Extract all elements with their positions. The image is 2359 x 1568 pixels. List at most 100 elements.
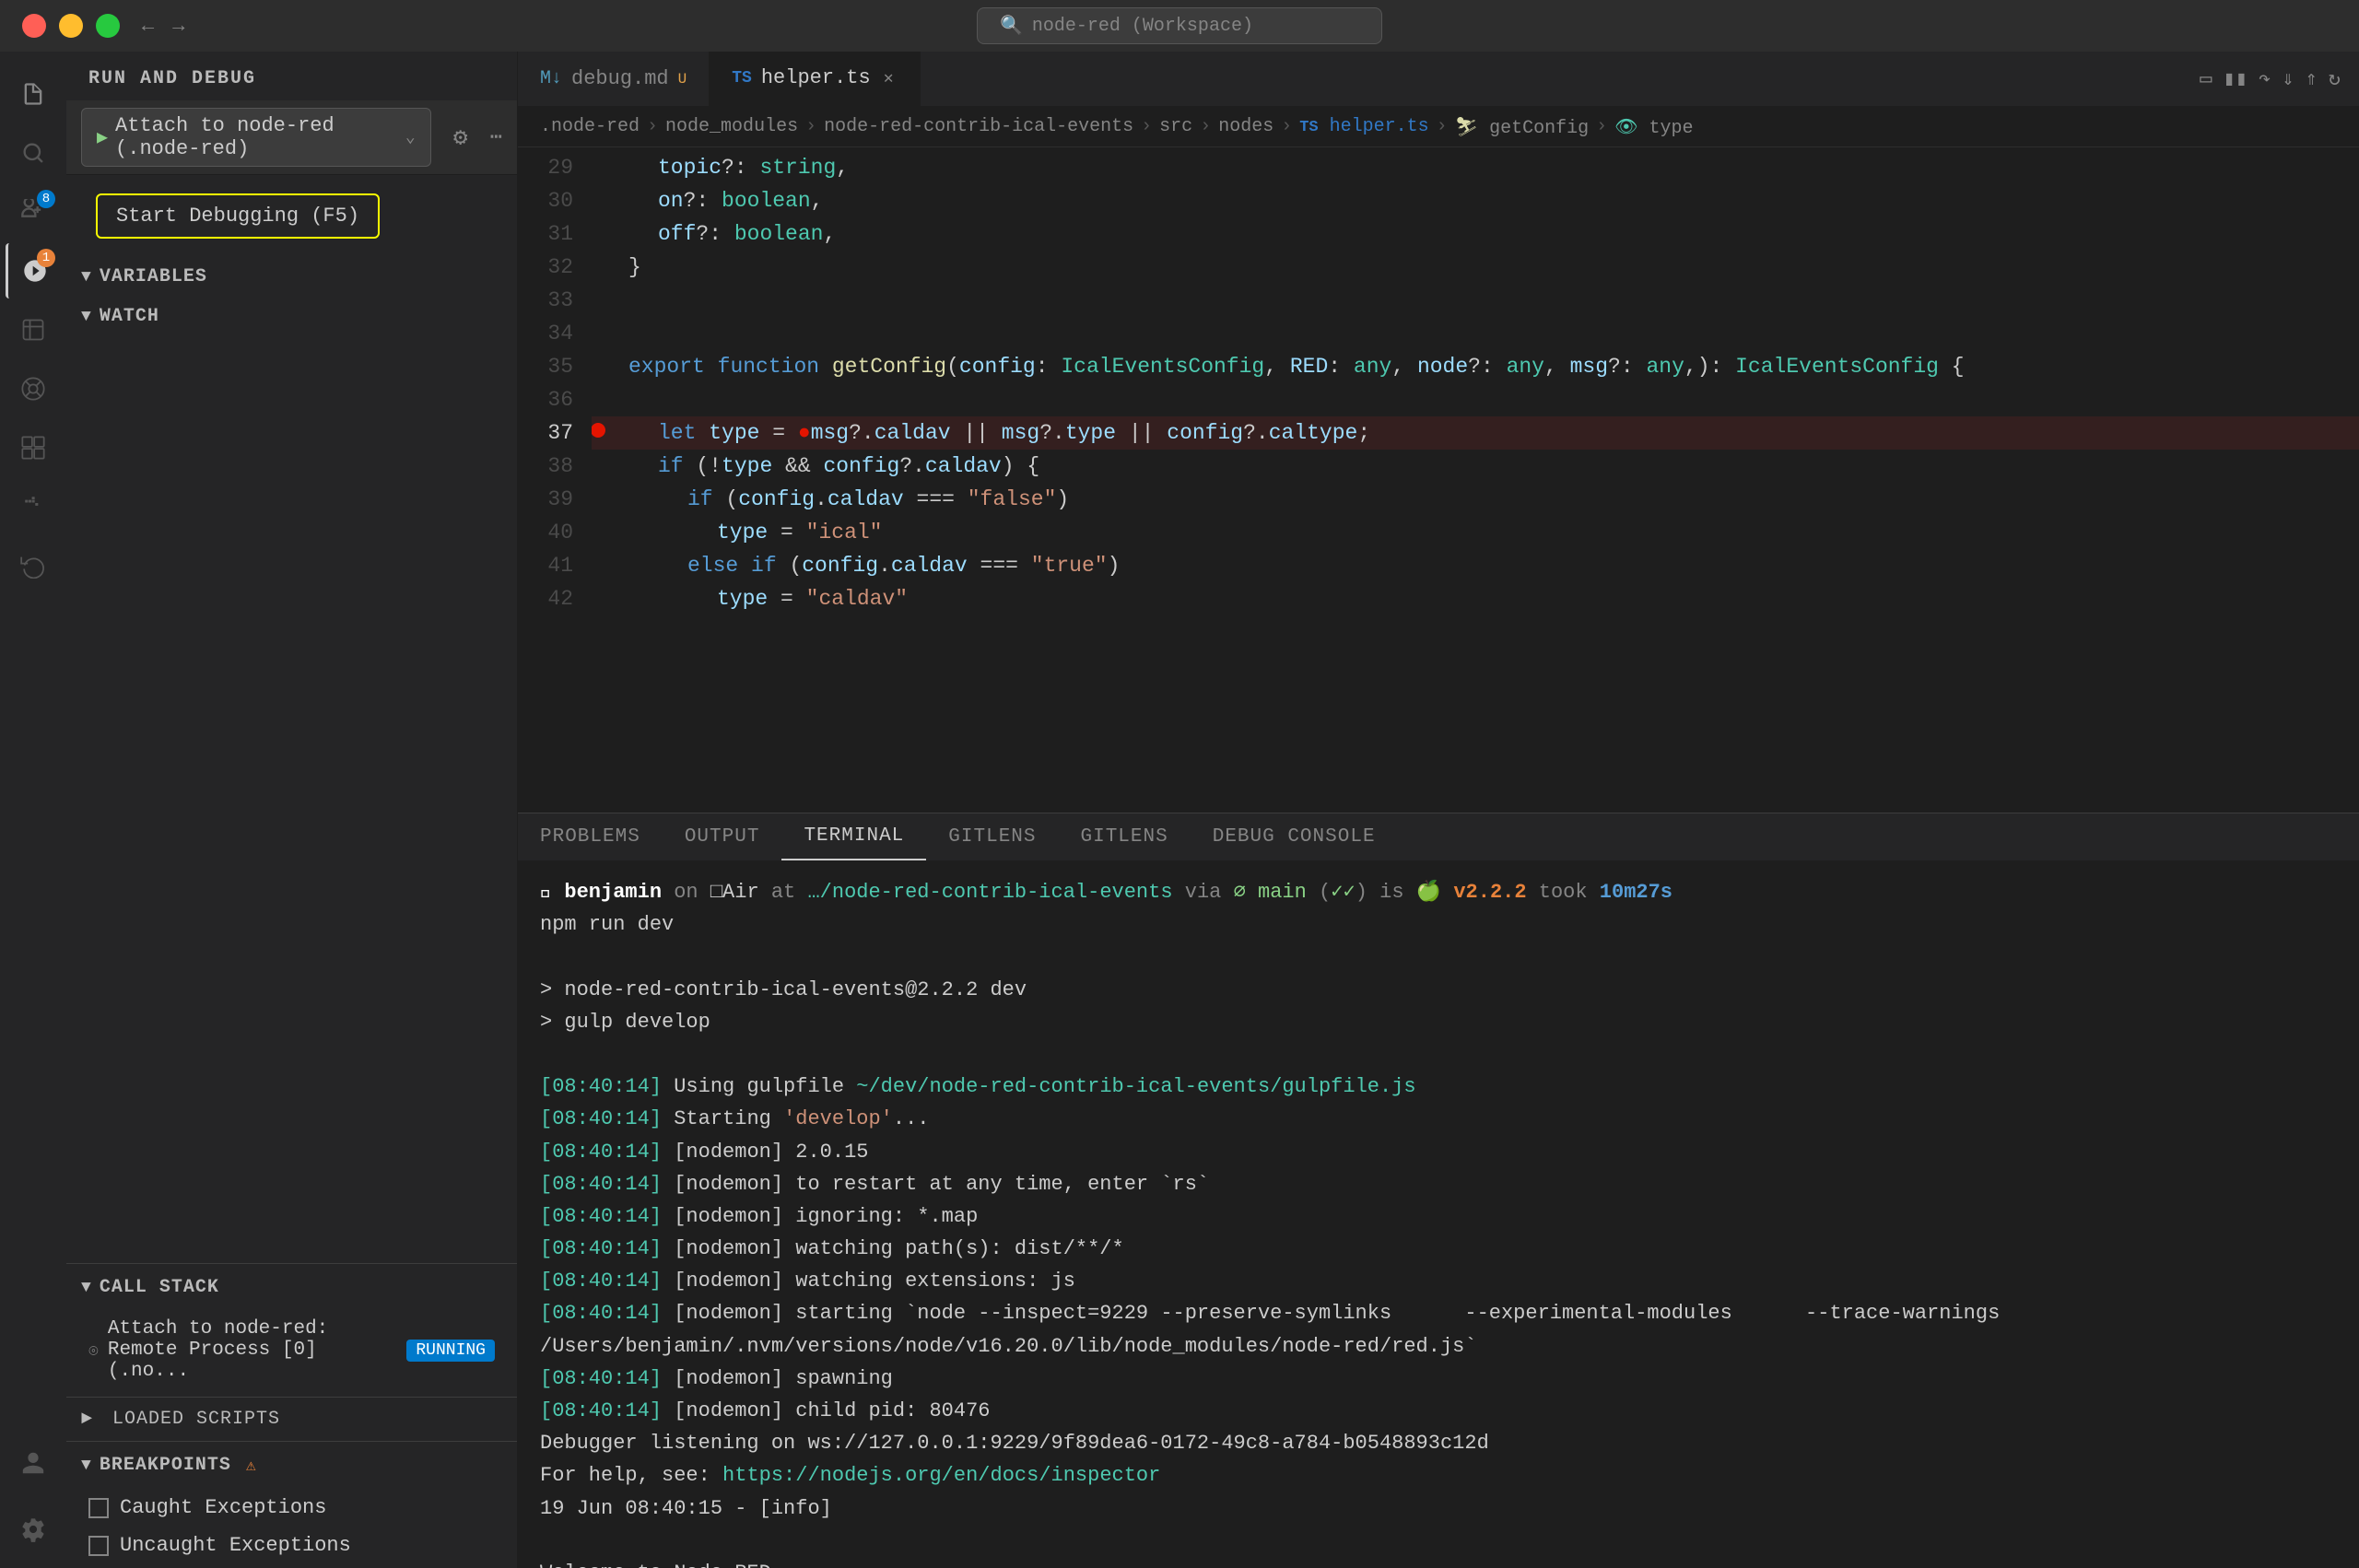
tab-debug-md-label: debug.md [571,67,669,90]
breadcrumb-type[interactable]: 👁 type [1614,115,1693,139]
activity-remote[interactable] [6,361,61,416]
breakpoints-label: Breakpoints [100,1455,231,1476]
watch-section-header[interactable]: ▼ Watch [66,297,517,336]
code-line-32: } [592,251,2359,284]
close-button[interactable] [22,14,46,38]
code-editor[interactable]: 29 30 31 32 33 34 35 36 37 38 39 40 41 4… [518,147,2359,813]
debug-config-button[interactable]: ▶ Attach to node-red (.node-red) ⌄ [81,108,431,167]
activity-extensions[interactable] [6,420,61,475]
terminal-line-welcome-1: Welcome to Node-RED [540,1557,2337,1568]
activity-test[interactable] [6,302,61,357]
breadcrumb-nodes[interactable]: nodes [1218,116,1273,137]
call-stack-content: Attach to node-red: Remote Process [0] (… [66,1307,517,1393]
breadcrumb-node-modules[interactable]: node_modules [665,116,798,137]
pause-icon[interactable]: ▮▮ [2224,67,2248,91]
activity-debug[interactable]: 1 [6,243,61,298]
code-line-37: let type = ●msg?.caldav || msg?.type || … [592,416,2359,450]
line-numbers: 29 30 31 32 33 34 35 36 37 38 39 40 41 4… [518,147,592,813]
code-line-36 [592,383,2359,416]
breakpoints-section-header[interactable]: ▼ Breakpoints ⚠ [66,1445,517,1485]
terminal-line-output-2: > gulp develop [540,1006,2337,1038]
forward-icon[interactable]: → [172,15,184,38]
debug-more-button[interactable]: ⋯ [490,125,502,149]
minimize-button[interactable] [59,14,83,38]
activity-settings[interactable] [6,1502,61,1557]
breadcrumb-sep-5: › [1281,116,1292,137]
call-stack-running-badge: RUNNING [406,1340,495,1362]
caught-exceptions-item[interactable]: Caught Exceptions [66,1489,517,1527]
debug-config-label: Attach to node-red (.node-red) [115,114,398,160]
breakpoints-content: Caught Exceptions Uncaught Exceptions [66,1485,517,1568]
terminal-line-nodemon-8: [08:40:14] [nodemon] child pid: 80476 [540,1395,2337,1427]
back-icon[interactable]: ← [142,15,154,38]
uncaught-exceptions-checkbox[interactable] [88,1536,109,1556]
uncaught-exceptions-item[interactable]: Uncaught Exceptions [66,1527,517,1564]
caught-exceptions-label: Caught Exceptions [120,1496,326,1519]
tab-debug-md[interactable]: M↓ debug.md U [518,52,710,106]
tab-close-icon[interactable]: ✕ [880,66,898,90]
step-into-icon[interactable]: ⇓ [2282,67,2294,91]
debug-gear-button[interactable]: ⚙ [442,119,479,156]
maximize-button[interactable] [96,14,120,38]
terminal-content[interactable]:  benjamin on □Air at …/node-red-contrib… [518,861,2359,1568]
panel-tabs: PROBLEMS OUTPUT TERMINAL GITLENS GITLENS… [518,813,2359,861]
breadcrumb-file[interactable]: TS helper.ts [1299,116,1428,137]
terminal-line-prompt:  benjamin on □Air at …/node-red-contrib… [540,876,2337,908]
tab-gitlens-2[interactable]: GITLENS [1059,813,1191,860]
tab-gitlens-1[interactable]: GITLENS [926,813,1058,860]
activity-explorer[interactable] [6,66,61,122]
tab-helper-ts[interactable]: TS helper.ts ✕ [710,52,920,106]
titlebar-search[interactable]: 🔍 node-red (Workspace) [977,7,1382,44]
call-stack-label: Call Stack [100,1277,219,1298]
tab-output[interactable]: OUTPUT [663,813,782,860]
terminal-panel: PROBLEMS OUTPUT TERMINAL GITLENS GITLENS… [518,813,2359,1568]
breadcrumb-src[interactable]: src [1159,116,1192,137]
start-debug-tooltip[interactable]: Start Debugging (F5) [96,193,380,239]
code-line-40: type = "ical" [592,516,2359,549]
step-over-icon[interactable]: ↷ [2259,67,2271,91]
tab-debug-console[interactable]: DEBUG CONSOLE [1191,813,1398,860]
loaded-scripts-label: Loaded Scripts [112,1409,280,1430]
restart-icon[interactable]: ↻ [2329,67,2341,91]
play-icon: ▶ [97,125,108,149]
terminal-line-info-1: 19 Jun 08:40:15 - [info] [540,1492,2337,1525]
remote-icon [88,1341,99,1360]
breadcrumb-package[interactable]: node-red-contrib-ical-events [824,116,1133,137]
call-stack-section-header[interactable]: ▼ Call Stack [66,1268,517,1307]
terminal-blank-1 [540,941,2337,973]
breadcrumb-function[interactable]: ⛷ getConfig [1455,115,1589,139]
activity-docker[interactable] [6,479,61,534]
breadcrumb-sep-4: › [1200,116,1211,137]
breadcrumb: .node-red › node_modules › node-red-cont… [518,107,2359,147]
step-out-icon[interactable]: ⇑ [2306,67,2318,91]
activity-npm[interactable] [6,538,61,593]
breakpoint-dot [592,422,606,439]
caught-exceptions-checkbox[interactable] [88,1498,109,1518]
breakpoints-warning-icon: ⚠ [246,1456,257,1476]
variables-label: Variables [100,266,207,287]
terminal-line-cmd: npm run dev [540,908,2337,941]
tab-bar-actions: ▭ ▮▮ ↷ ⇓ ⇑ ↻ [2200,52,2359,106]
terminal-line-nodemon-5: [08:40:14] [nodemon] watching extensions… [540,1265,2337,1297]
breadcrumb-sep-2: › [805,116,816,137]
debug-toolbar: ▶ Attach to node-red (.node-red) ⌄ ⚙ ⋯ [66,100,517,175]
tab-problems[interactable]: PROBLEMS [518,813,663,860]
terminal-line-debugger-1: Debugger listening on ws://127.0.0.1:922… [540,1427,2337,1459]
call-stack-item[interactable]: Attach to node-red: Remote Process [0] (… [66,1311,517,1389]
uncaught-exceptions-label: Uncaught Exceptions [120,1534,351,1557]
activity-account[interactable] [6,1435,61,1491]
code-line-33 [592,284,2359,317]
breadcrumb-node-red[interactable]: .node-red [540,116,640,137]
ts-file-icon: TS [732,69,752,88]
split-editor-icon[interactable]: ▭ [2200,67,2212,91]
code-line-42: type = "caldav" [592,582,2359,615]
variables-section-header[interactable]: ▼ Variables [66,257,517,297]
tab-terminal[interactable]: TERMINAL [781,813,926,860]
chevron-down-icon: ⌄ [405,127,416,147]
activity-search[interactable] [6,125,61,181]
terminal-line-nodemon-6: [08:40:14] [nodemon] starting `node --in… [540,1297,2337,1362]
activity-bar: 8 1 [0,52,66,1568]
terminal-line-gulp-1: [08:40:14] Using gulpfile ~/dev/node-red… [540,1071,2337,1103]
activity-source-control[interactable]: 8 [6,184,61,240]
loaded-scripts-header[interactable]: ► Loaded Scripts [66,1401,517,1437]
